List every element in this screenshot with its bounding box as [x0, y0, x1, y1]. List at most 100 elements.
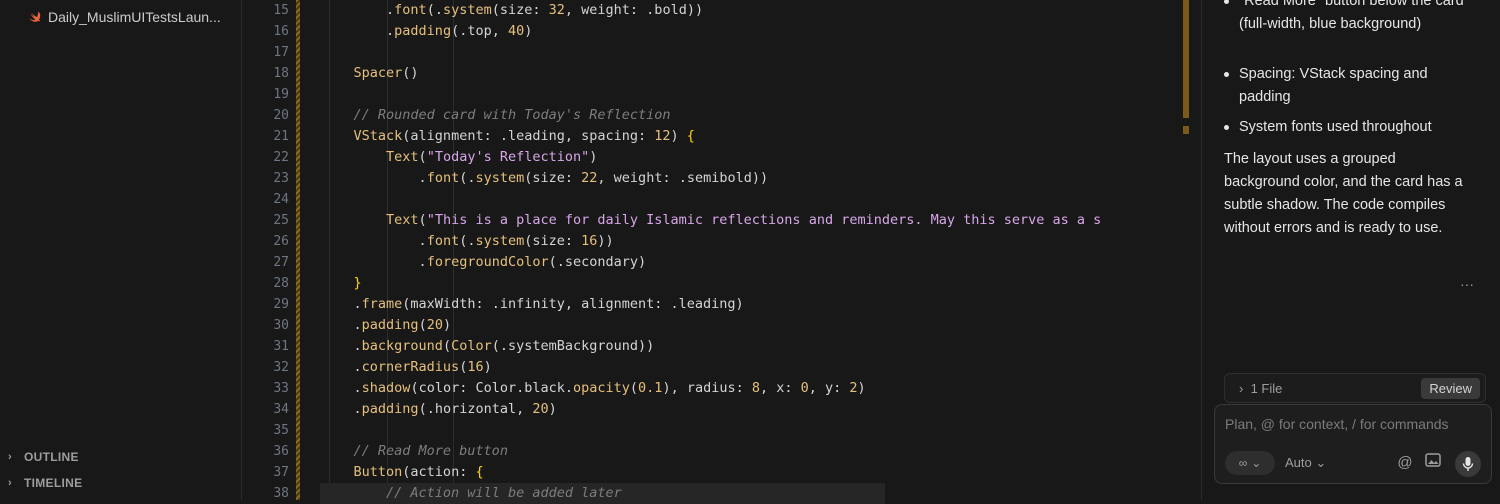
code-token: ( [418, 149, 427, 165]
code-line[interactable]: .foregroundColor(.secondary) [321, 252, 647, 273]
code-line[interactable]: VStack(alignment: .leading, spacing: 12)… [321, 126, 695, 147]
code-token: ), radius: [662, 380, 752, 396]
code-line[interactable]: Button(action: { [321, 462, 484, 483]
code-token: } [353, 275, 362, 291]
code-token: (size: [491, 2, 549, 18]
code-token: padding [361, 401, 419, 417]
code-token: (alignment: .leading, spacing: [402, 128, 655, 144]
code-line[interactable]: .cornerRadius(16) [321, 357, 492, 378]
model-selector[interactable]: Auto ⌄ [1285, 451, 1326, 475]
code-token: ( [442, 338, 452, 354]
model-label: Auto [1285, 455, 1312, 470]
code-line[interactable]: .padding(20) [321, 315, 452, 336]
line-number: 19 [273, 87, 289, 102]
code-line[interactable]: // Read More button [321, 441, 508, 462]
chat-input-placeholder[interactable]: Plan, @ for context, / for commands [1225, 416, 1449, 432]
at-icon[interactable]: @ [1395, 453, 1415, 473]
code-editor[interactable]: 15 16 17 18 19 20 21 22 23 24 25 26 27 28 29 30 31 32 33 34… [243, 0, 1201, 504]
infinity-icon: ∞ [1238, 456, 1248, 470]
code-token: system [442, 2, 492, 18]
outline-section[interactable]: › OUTLINE [8, 450, 79, 464]
code-token: ) [589, 149, 598, 165]
code-token: padding [394, 23, 452, 39]
code-token: { [475, 464, 484, 480]
code-token: ) [524, 23, 533, 39]
code-token: ( [418, 317, 427, 333]
mic-icon[interactable] [1455, 451, 1481, 477]
code-token: // Rounded card with Today's Reflection [353, 107, 671, 123]
code-line[interactable]: Text("This is a place for daily Islamic … [321, 210, 1101, 231]
code-line[interactable]: .padding(.top, 40) [321, 21, 532, 42]
code-token: (. [426, 2, 443, 18]
code-token: , x: [759, 380, 801, 396]
code-token: ) [483, 359, 492, 375]
code-token: (maxWidth: .infinity, alignment: .leadin… [402, 296, 744, 312]
code-line[interactable]: .font(.system(size: 32, weight: .bold)) [321, 0, 703, 21]
ai-chat-panel: "Read More" button below the card (full-… [1201, 0, 1500, 500]
code-token: background [361, 338, 443, 354]
code-line[interactable]: Spacer() [321, 63, 419, 84]
more-options-button[interactable]: ··· [1460, 276, 1474, 292]
code-token: "This is a place for daily Islamic refle… [426, 212, 1102, 228]
code-line[interactable]: .shadow(color: Color.black.opacity(0.1),… [321, 378, 866, 399]
code-token: 22 [581, 170, 598, 186]
image-icon[interactable] [1423, 453, 1443, 473]
code-token: () [402, 65, 419, 81]
code-token: . [386, 23, 395, 39]
chat-input-box[interactable]: Plan, @ for context, / for commands ∞ ⌄ … [1214, 404, 1492, 484]
line-number: 33 [273, 381, 289, 396]
agent-mode-dropdown[interactable]: ∞ ⌄ [1225, 451, 1275, 475]
file-item[interactable]: Daily_MuslimUITestsLaun... [28, 6, 221, 28]
bullet-text: System fonts used throughout [1239, 119, 1432, 135]
editor-scrollbar-marker[interactable] [1183, 0, 1189, 118]
line-number: 25 [273, 213, 289, 228]
code-line[interactable]: .frame(maxWidth: .infinity, alignment: .… [321, 294, 744, 315]
timeline-section[interactable]: › TIMELINE [8, 476, 82, 490]
code-token: . [353, 317, 362, 333]
code-line[interactable]: Text("Today's Reflection") [321, 147, 597, 168]
code-token: 2 [849, 380, 858, 396]
code-token: (.horizontal, [418, 401, 533, 417]
bullet-dot [1224, 72, 1229, 77]
editor-scrollbar-marker[interactable] [1183, 126, 1189, 134]
code-line[interactable]: // Rounded card with Today's Reflection [321, 105, 671, 126]
code-line[interactable]: .font(.system(size: 16)) [321, 231, 614, 252]
code-token: 0.1 [638, 380, 663, 396]
timeline-label: TIMELINE [24, 476, 83, 490]
code-lines[interactable]: .font(.system(size: 32, weight: .bold)) … [321, 0, 1201, 501]
code-line[interactable]: .background(Color(.systemBackground)) [321, 336, 655, 357]
code-line[interactable]: .padding(.horizontal, 20) [321, 399, 557, 420]
line-number: 26 [273, 234, 289, 249]
line-number: 21 [273, 129, 289, 144]
line-number: 18 [273, 66, 289, 81]
code-token: . [353, 359, 362, 375]
files-count: › 1 File [1239, 381, 1282, 396]
code-token: opacity [573, 380, 630, 396]
code-line[interactable]: } [321, 273, 362, 294]
line-number: 32 [273, 360, 289, 375]
code-token: (size: [524, 233, 582, 249]
code-token: ) [442, 317, 452, 333]
code-token: Text [386, 149, 419, 165]
code-token: Spacer [353, 65, 403, 81]
line-number: 29 [273, 297, 289, 312]
code-token: (size: [524, 170, 582, 186]
code-token: 32 [548, 2, 565, 18]
review-button[interactable]: Review [1421, 378, 1480, 399]
chevron-down-icon: ⌄ [1251, 456, 1262, 470]
chevron-right-icon: › [1239, 381, 1251, 396]
changed-files-bar[interactable]: › 1 File Review [1224, 373, 1486, 403]
code-token: "Today's Reflection" [426, 149, 590, 165]
code-token: 20 [426, 317, 443, 333]
file-name: Daily_MuslimUITestsLaun... [48, 9, 221, 25]
code-token: . [418, 170, 427, 186]
code-line[interactable]: .font(.system(size: 22, weight: .semibol… [321, 168, 769, 189]
code-line[interactable]: // Action will be added later [321, 483, 622, 504]
code-token: system [475, 170, 525, 186]
